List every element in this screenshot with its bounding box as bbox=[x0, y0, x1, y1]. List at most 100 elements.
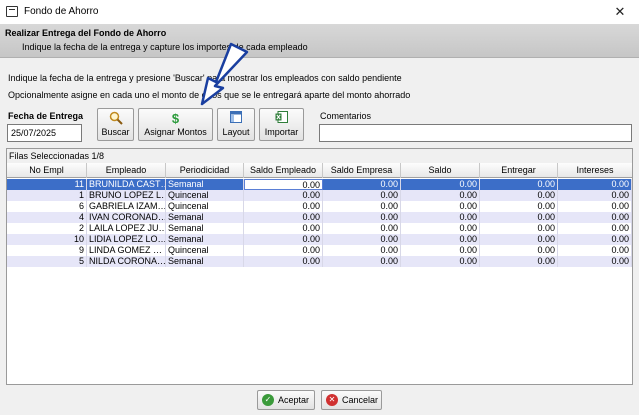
cell-intereses[interactable]: 0.00 bbox=[558, 179, 632, 190]
cell-periodicidad[interactable]: Semanal bbox=[166, 223, 244, 234]
asignar-montos-button[interactable]: $ Asignar Montos bbox=[138, 108, 213, 141]
cell-periodicidad[interactable]: Quincenal bbox=[166, 190, 244, 201]
cell-empleado[interactable]: BRUNO LOPEZ L… bbox=[87, 190, 166, 201]
cell-periodicidad[interactable]: Quincenal bbox=[166, 245, 244, 256]
cell-saldo-empleado[interactable]: 0.00 bbox=[244, 245, 323, 256]
table-row[interactable]: 4 IVAN CORONAD… Semanal 0.00 0.00 0.00 0.00 0.0… bbox=[7, 212, 632, 223]
cell-periodicidad[interactable]: Semanal bbox=[166, 256, 244, 267]
col-header-intereses[interactable]: Intereses bbox=[558, 163, 632, 178]
cell-saldo[interactable]: 0.00 bbox=[401, 201, 480, 212]
cell-empleado[interactable]: BRUNILDA CAST… bbox=[87, 179, 166, 190]
comments-label: Comentarios bbox=[320, 111, 372, 121]
col-header-saldo[interactable]: Saldo bbox=[401, 163, 480, 178]
cell-saldo-empresa[interactable]: 0.00 bbox=[323, 190, 401, 201]
cell-saldo-empleado[interactable]: 0.00 bbox=[244, 234, 323, 245]
col-header-entregar[interactable]: Entregar bbox=[480, 163, 558, 178]
cell-periodicidad[interactable]: Semanal bbox=[166, 179, 244, 190]
col-header-periodicidad[interactable]: Periodicidad bbox=[166, 163, 244, 178]
table-row[interactable]: 6 GABRIELA IZAM… Quincenal 0.00 0.00 0.00 0.00… bbox=[7, 201, 632, 212]
cell-no-empl[interactable]: 4 bbox=[7, 212, 87, 223]
cell-empleado[interactable]: GABRIELA IZAM… bbox=[87, 201, 166, 212]
cell-saldo-empleado[interactable]: 0.00 bbox=[244, 201, 323, 212]
cell-saldo-empleado[interactable]: 0.00 bbox=[244, 179, 323, 190]
table-row[interactable]: 9 LINDA GOMEZ … Quincenal 0.00 0.00 0.00 0.00 0… bbox=[7, 245, 632, 256]
comments-field[interactable] bbox=[319, 124, 632, 142]
cell-intereses[interactable]: 0.00 bbox=[558, 201, 632, 212]
cell-saldo-empresa[interactable]: 0.00 bbox=[323, 223, 401, 234]
cell-entregar[interactable]: 0.00 bbox=[480, 234, 558, 245]
cell-no-empl[interactable]: 9 bbox=[7, 245, 87, 256]
col-header-saldo-empleado[interactable]: Saldo Empleado bbox=[244, 163, 323, 178]
cell-intereses[interactable]: 0.00 bbox=[558, 190, 632, 201]
cell-empleado[interactable]: IVAN CORONAD… bbox=[87, 212, 166, 223]
cell-no-empl[interactable]: 6 bbox=[7, 201, 87, 212]
table-row[interactable]: 2 LAILA LOPEZ JU… Semanal 0.00 0.00 0.00 0.00 0… bbox=[7, 223, 632, 234]
table-row[interactable]: 11 BRUNILDA CAST… Semanal 0.00 0.00 0.00 0.00 0… bbox=[7, 179, 632, 190]
table-row[interactable]: 1 BRUNO LOPEZ L… Quincenal 0.00 0.00 0.00 0.00… bbox=[7, 190, 632, 201]
cell-saldo-empresa[interactable]: 0.00 bbox=[323, 179, 401, 190]
cell-saldo-empleado[interactable]: 0.00 bbox=[244, 190, 323, 201]
cell-no-empl[interactable]: 10 bbox=[7, 234, 87, 245]
cell-saldo[interactable]: 0.00 bbox=[401, 234, 480, 245]
date-field[interactable] bbox=[7, 124, 82, 142]
window-title: Fondo de Ahorro bbox=[24, 6, 99, 17]
app-window-icon bbox=[6, 6, 18, 17]
cell-saldo[interactable]: 0.00 bbox=[401, 256, 480, 267]
cell-periodicidad[interactable]: Quincenal bbox=[166, 201, 244, 212]
layout-icon bbox=[218, 111, 254, 126]
close-button[interactable]: ✕ bbox=[607, 2, 633, 22]
cell-entregar[interactable]: 0.00 bbox=[480, 212, 558, 223]
employees-grid[interactable]: Filas Seleccionadas 1/8 No Empl Empleado… bbox=[6, 148, 633, 385]
cell-no-empl[interactable]: 5 bbox=[7, 256, 87, 267]
col-header-saldo-empresa[interactable]: Saldo Empresa bbox=[323, 163, 401, 178]
cell-intereses[interactable]: 0.00 bbox=[558, 234, 632, 245]
cell-saldo-empleado[interactable]: 0.00 bbox=[244, 223, 323, 234]
cell-empleado[interactable]: LINDA GOMEZ … bbox=[87, 245, 166, 256]
importar-label: Importar bbox=[264, 127, 299, 137]
cell-saldo-empleado[interactable]: 0.00 bbox=[244, 256, 323, 267]
cell-intereses[interactable]: 0.00 bbox=[558, 256, 632, 267]
cell-saldo-empleado[interactable]: 0.00 bbox=[244, 212, 323, 223]
cell-saldo[interactable]: 0.00 bbox=[401, 212, 480, 223]
col-header-no-empl[interactable]: No Empl bbox=[7, 163, 87, 178]
cell-no-empl[interactable]: 2 bbox=[7, 223, 87, 234]
buscar-label: Buscar bbox=[101, 127, 130, 137]
table-row[interactable]: 5 NILDA CORONA… Semanal 0.00 0.00 0.00 0.00 0.0… bbox=[7, 256, 632, 267]
cell-entregar[interactable]: 0.00 bbox=[480, 245, 558, 256]
layout-button[interactable]: Layout bbox=[217, 108, 255, 141]
cell-saldo[interactable]: 0.00 bbox=[401, 190, 480, 201]
cell-saldo-empresa[interactable]: 0.00 bbox=[323, 234, 401, 245]
cell-empleado[interactable]: LAILA LOPEZ JU… bbox=[87, 223, 166, 234]
table-row[interactable]: 10 LIDIA LOPEZ LO… Semanal 0.00 0.00 0.00 0.00… bbox=[7, 234, 632, 245]
col-header-empleado[interactable]: Empleado bbox=[87, 163, 166, 178]
cell-no-empl[interactable]: 11 bbox=[7, 179, 87, 190]
cell-periodicidad[interactable]: Semanal bbox=[166, 212, 244, 223]
cell-saldo-empresa[interactable]: 0.00 bbox=[323, 201, 401, 212]
layout-label: Layout bbox=[222, 127, 250, 137]
cell-saldo-empresa[interactable]: 0.00 bbox=[323, 256, 401, 267]
cell-no-empl[interactable]: 1 bbox=[7, 190, 87, 201]
cell-entregar[interactable]: 0.00 bbox=[480, 201, 558, 212]
cell-intereses[interactable]: 0.00 bbox=[558, 212, 632, 223]
excel-import-icon bbox=[260, 111, 303, 126]
cell-saldo[interactable]: 0.00 bbox=[401, 223, 480, 234]
cell-periodicidad[interactable]: Semanal bbox=[166, 234, 244, 245]
cell-entregar[interactable]: 0.00 bbox=[480, 190, 558, 201]
cancelar-button[interactable]: ✕ Cancelar bbox=[321, 390, 382, 410]
cell-saldo-empresa[interactable]: 0.00 bbox=[323, 212, 401, 223]
buscar-button[interactable]: Buscar bbox=[97, 108, 134, 141]
cell-intereses[interactable]: 0.00 bbox=[558, 245, 632, 256]
cell-intereses[interactable]: 0.00 bbox=[558, 223, 632, 234]
cell-saldo[interactable]: 0.00 bbox=[401, 179, 480, 190]
importar-button[interactable]: Importar bbox=[259, 108, 304, 141]
cell-saldo-empresa[interactable]: 0.00 bbox=[323, 245, 401, 256]
cell-empleado[interactable]: NILDA CORONA… bbox=[87, 256, 166, 267]
cell-entregar[interactable]: 0.00 bbox=[480, 256, 558, 267]
cell-saldo[interactable]: 0.00 bbox=[401, 245, 480, 256]
cell-entregar[interactable]: 0.00 bbox=[480, 179, 558, 190]
cell-entregar[interactable]: 0.00 bbox=[480, 223, 558, 234]
cell-empleado[interactable]: LIDIA LOPEZ LO… bbox=[87, 234, 166, 245]
instruction-line-1: Indique la fecha de la entrega y presion… bbox=[8, 73, 402, 83]
aceptar-button[interactable]: ✓ Aceptar bbox=[257, 390, 315, 410]
dialog-header: Realizar Entrega del Fondo de Ahorro Ind… bbox=[0, 24, 639, 58]
